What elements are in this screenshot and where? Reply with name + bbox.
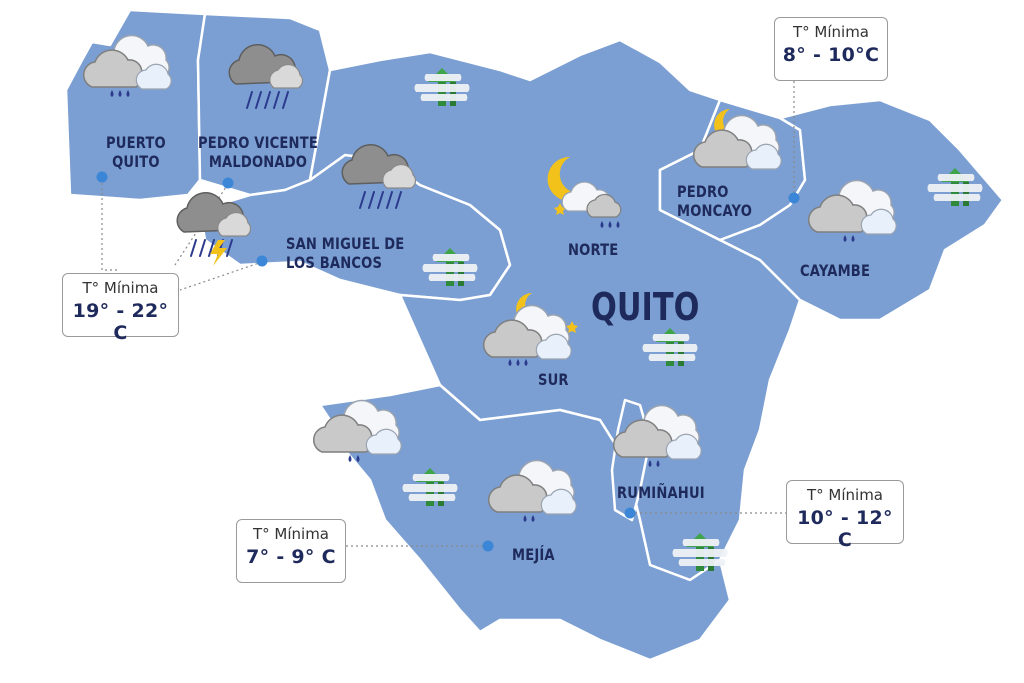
- zone-label-puerto-quito: PUERTO QUITO: [106, 133, 166, 171]
- temp-title: T° Mínima: [792, 23, 870, 41]
- temp-range: 10° - 12° C: [797, 507, 893, 551]
- temp-title: T° Mínima: [252, 525, 330, 543]
- temp-title: T° Mínima: [806, 486, 884, 504]
- zone-label-ruminahui: RUMIÑAHUI: [617, 483, 705, 502]
- zone-label-pedro-vicente-maldonado: PEDRO VICENTE MALDONADO: [198, 133, 318, 171]
- zone-label-pedro-moncayo: PEDRO MONCAYO: [677, 182, 753, 220]
- temp-title: T° Mínima: [82, 279, 159, 297]
- city-label-quito: QUITO: [591, 285, 700, 329]
- temp-range: 19° - 22° C: [72, 300, 169, 344]
- location-dot[interactable]: [96, 171, 108, 183]
- zone-label-cayambe: CAYAMBE: [800, 261, 871, 280]
- temp-range: 8° - 10°C: [782, 44, 880, 66]
- temp-box-mejia: T° Mínima 7° - 9° C: [236, 519, 346, 583]
- location-dot[interactable]: [788, 192, 800, 204]
- zone-label-san-miguel-de-los-bancos: SAN MIGUEL DE LOS BANCOS: [286, 234, 405, 272]
- temp-box-pedro-moncayo: T° Mínima 8° - 10°C: [774, 17, 888, 81]
- location-dot[interactable]: [482, 540, 494, 552]
- temp-range: 7° - 9° C: [246, 546, 336, 568]
- temp-box-ruminahui: T° Mínima 10° - 12° C: [786, 480, 904, 551]
- temp-box-northwest: T° Mínima 19° - 22° C: [62, 273, 179, 344]
- zone-label-mejia: MEJÍA: [512, 545, 555, 564]
- location-dot[interactable]: [256, 255, 268, 267]
- zone-label-sur: SUR: [538, 370, 569, 389]
- zone-label-norte: NORTE: [568, 240, 619, 259]
- location-dot[interactable]: [624, 507, 636, 519]
- location-dot[interactable]: [222, 177, 234, 189]
